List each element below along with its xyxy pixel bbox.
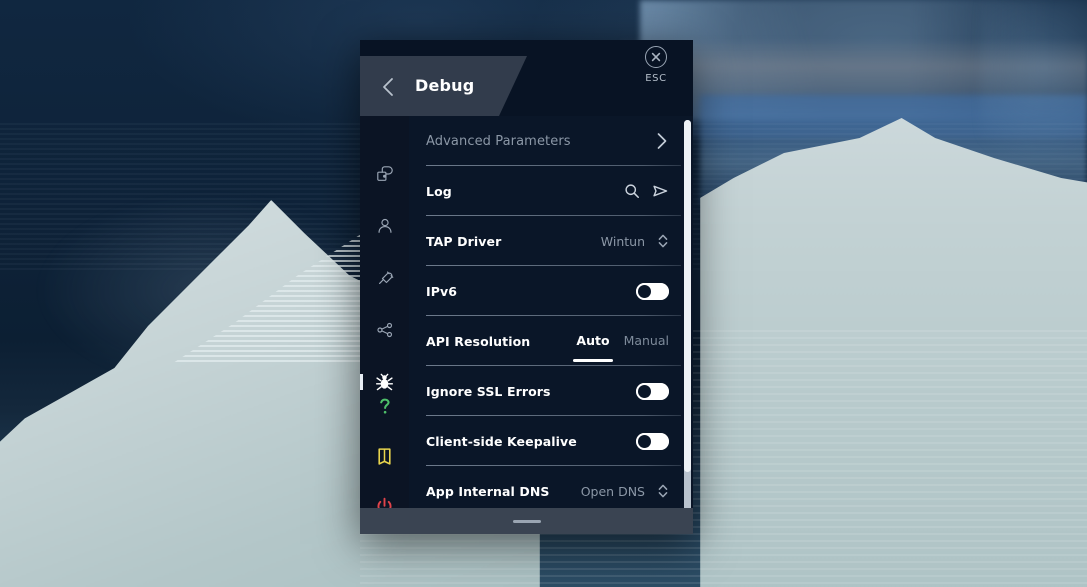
sidebar-item-account[interactable] <box>360 210 409 242</box>
desktop-background: Debug ESC Advanced Parameters Log TAP Dr… <box>0 0 1087 587</box>
sidebar-item-network[interactable] <box>360 314 409 346</box>
row-advanced-parameters[interactable]: Advanced Parameters <box>409 116 693 166</box>
settings-panel: Advanced Parameters Log TAP Driver Wintu… <box>409 116 693 534</box>
window-titlebar: Debug ESC <box>360 40 693 116</box>
close-button-label: ESC <box>645 73 667 84</box>
help-question-icon <box>376 396 394 416</box>
plug-connection-icon <box>376 269 394 287</box>
window-drag-handle[interactable] <box>360 508 693 534</box>
row-client-side-keepalive: Client-side Keepalive <box>409 416 693 466</box>
user-icon <box>376 217 394 235</box>
send-icon[interactable] <box>652 183 669 199</box>
close-circle-icon <box>645 46 667 68</box>
chevron-left-icon <box>381 77 394 97</box>
sidebar-item-help[interactable] <box>360 390 409 422</box>
wallpaper-mist-right <box>980 0 1087 170</box>
back-button[interactable] <box>372 74 402 100</box>
row-label: TAP Driver <box>426 233 502 249</box>
row-tap-driver[interactable]: TAP Driver Wintun <box>409 216 693 266</box>
sidebar-item-connection[interactable] <box>360 262 409 294</box>
share-nodes-icon <box>376 321 394 339</box>
row-label: Log <box>426 183 452 199</box>
content-scrollbar[interactable] <box>684 120 691 530</box>
ipv6-toggle[interactable] <box>636 282 669 300</box>
drag-grip-icon <box>512 519 541 523</box>
close-button[interactable]: ESC <box>633 46 679 84</box>
book-guide-icon <box>376 447 393 466</box>
row-log: Log <box>409 166 693 216</box>
regions-overlap-icon <box>376 165 394 183</box>
row-api-resolution: API Resolution Auto Manual <box>409 316 693 366</box>
api-resolution-option-manual[interactable]: Manual <box>624 333 669 350</box>
row-label: IPv6 <box>426 283 458 299</box>
sidebar-item-regions[interactable] <box>360 158 409 190</box>
row-ignore-ssl-errors: Ignore SSL Errors <box>409 366 693 416</box>
row-label: App Internal DNS <box>426 483 550 499</box>
settings-list: Advanced Parameters Log TAP Driver Wintu… <box>409 116 693 516</box>
toggle-knob <box>638 434 651 448</box>
chevron-right-icon[interactable] <box>655 131 669 151</box>
row-value: Open DNS <box>580 483 645 499</box>
ignore-ssl-errors-toggle[interactable] <box>636 382 669 400</box>
bug-icon <box>375 373 394 392</box>
api-resolution-option-auto[interactable]: Auto <box>573 333 613 362</box>
sidebar-bottom-group <box>360 390 409 522</box>
sidebar-item-guide[interactable] <box>360 440 409 472</box>
toggle-knob <box>638 284 651 298</box>
row-label: Client-side Keepalive <box>426 433 577 449</box>
search-icon[interactable] <box>624 183 640 199</box>
chevron-up-down-icon[interactable] <box>657 232 669 250</box>
client-side-keepalive-toggle[interactable] <box>636 432 669 450</box>
sidebar-top-group <box>360 158 409 418</box>
row-ipv6: IPv6 <box>409 266 693 316</box>
vpn-app-window: Debug ESC Advanced Parameters Log TAP Dr… <box>360 40 693 534</box>
page-title: Debug <box>415 76 475 95</box>
row-label: API Resolution <box>426 333 531 349</box>
row-value: Wintun <box>600 233 645 249</box>
scrollbar-thumb[interactable] <box>684 120 691 472</box>
chevron-up-down-icon[interactable] <box>657 482 669 500</box>
row-label: Ignore SSL Errors <box>426 383 551 399</box>
row-label: Advanced Parameters <box>426 133 571 149</box>
api-resolution-segmented: Auto Manual <box>573 333 669 362</box>
toggle-knob <box>638 384 651 398</box>
sidebar <box>360 116 409 534</box>
